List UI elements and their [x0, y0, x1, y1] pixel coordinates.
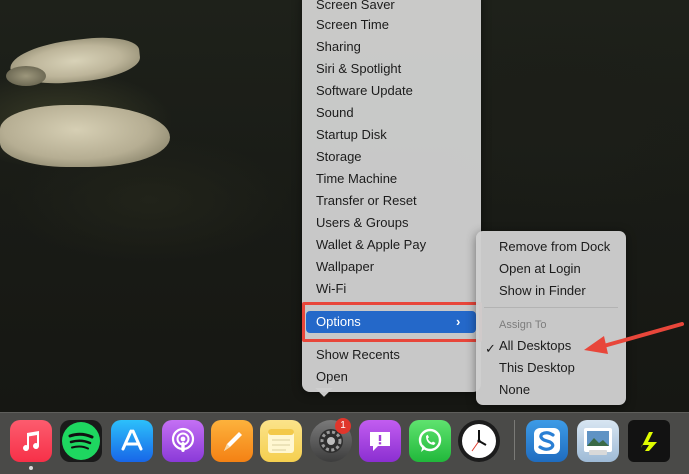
whatsapp-icon[interactable] — [409, 420, 451, 462]
annotation-arrow-icon — [584, 322, 684, 354]
menu-item-wallpaper[interactable]: Wallpaper — [302, 256, 481, 278]
preview-icon[interactable] — [577, 420, 619, 462]
submenu-item-show-in-finder[interactable]: Show in Finder — [476, 280, 626, 302]
menu-item-siri-spotlight[interactable]: Siri & Spotlight — [302, 58, 481, 80]
submenu-item-none[interactable]: None — [476, 379, 626, 401]
notes-icon[interactable] — [260, 420, 302, 462]
submenu-item-this-desktop[interactable]: This Desktop — [476, 357, 626, 379]
dock-divider — [514, 420, 515, 460]
podcasts-icon[interactable] — [162, 420, 204, 462]
menu-item-software-update[interactable]: Software Update — [302, 80, 481, 102]
menu-item-wifi[interactable]: Wi-Fi — [302, 278, 481, 300]
pages-icon[interactable] — [211, 420, 253, 462]
linear-icon[interactable] — [628, 420, 670, 462]
menu-item-startup-disk[interactable]: Startup Disk — [302, 124, 481, 146]
notification-badge: 1 — [335, 418, 351, 434]
menu-item-time-machine[interactable]: Time Machine — [302, 168, 481, 190]
menu-item-users-groups[interactable]: Users & Groups — [302, 212, 481, 234]
menu-item-transfer-reset[interactable]: Transfer or Reset — [302, 190, 481, 212]
menu-item-wallet-apple-pay[interactable]: Wallet & Apple Pay — [302, 234, 481, 256]
submenu-separator — [484, 307, 618, 308]
menu-pointer-tail — [315, 388, 335, 400]
feedback-icon[interactable] — [359, 420, 401, 462]
running-indicator — [29, 466, 33, 470]
menu-item-show-recents[interactable]: Show Recents — [302, 344, 481, 366]
menu-item-sharing[interactable]: Sharing — [302, 36, 481, 58]
menu-item-sound[interactable]: Sound — [302, 102, 481, 124]
options-highlight-annotation — [302, 302, 482, 342]
menu-item-open[interactable]: Open — [302, 366, 481, 388]
wallpaper-lake — [6, 66, 46, 86]
menu-item-storage[interactable]: Storage — [302, 146, 481, 168]
submenu-item-open-at-login[interactable]: Open at Login — [476, 258, 626, 280]
scrivener-icon[interactable] — [526, 420, 568, 462]
music-icon[interactable] — [10, 420, 52, 462]
submenu-item-remove-from-dock[interactable]: Remove from Dock — [476, 236, 626, 258]
clock-icon[interactable] — [458, 420, 500, 462]
spotify-icon[interactable] — [60, 420, 102, 462]
wallpaper-lake — [0, 105, 170, 167]
app-store-icon[interactable] — [111, 420, 153, 462]
menu-item-screen-time[interactable]: Screen Time — [302, 14, 481, 36]
